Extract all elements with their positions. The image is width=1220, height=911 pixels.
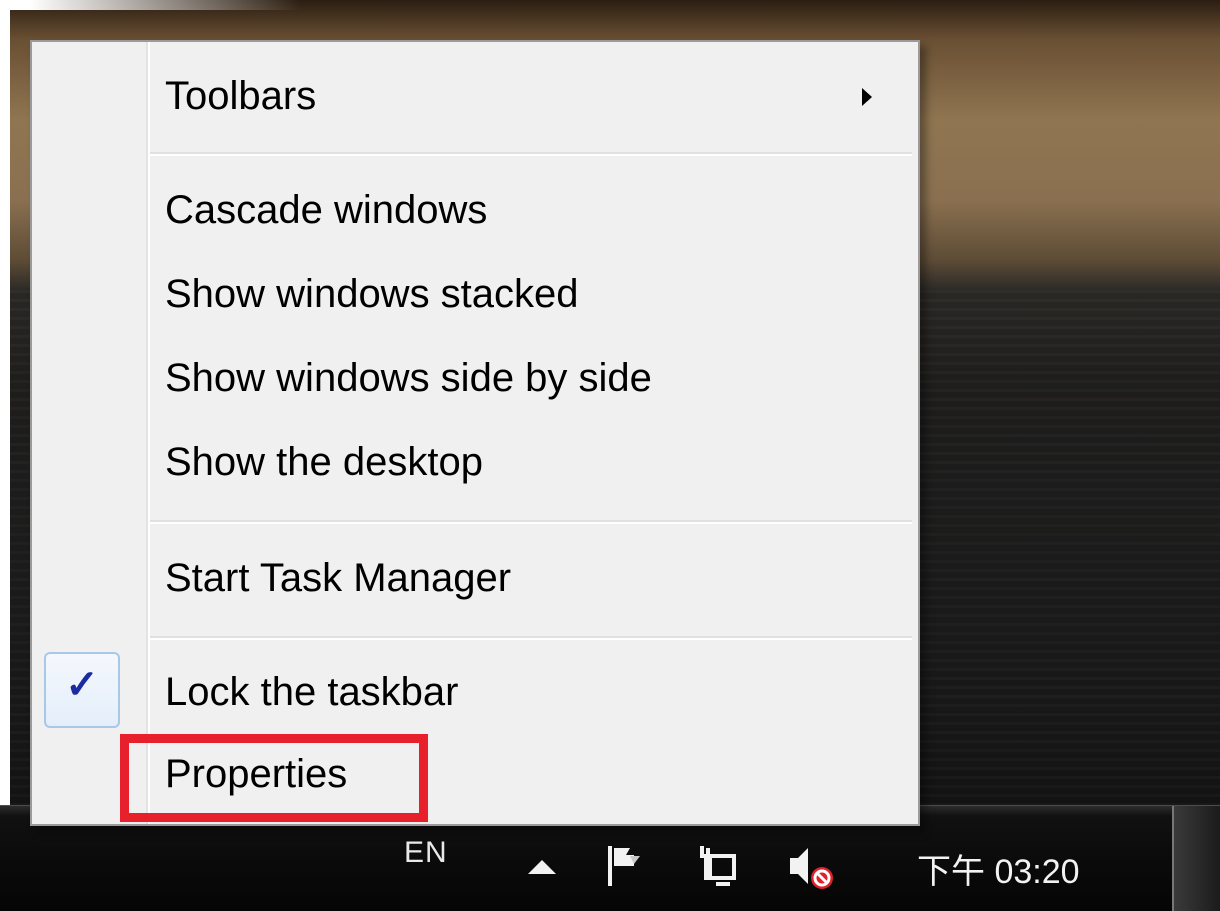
volume-muted-icon[interactable]: [786, 844, 833, 889]
properties-highlight-box: [120, 734, 428, 822]
menu-item-label: Show the desktop: [165, 440, 483, 484]
menu-item-show-windows-stacked[interactable]: Show windows stacked: [32, 256, 918, 336]
show-desktop-button[interactable]: [1172, 806, 1220, 911]
system-clock[interactable]: 下午 03:20: [917, 844, 1080, 893]
wallpaper-edge-top: [0, 0, 1220, 10]
menu-item-label: Lock the taskbar: [165, 670, 459, 714]
show-hidden-icons-arrow[interactable]: [522, 844, 562, 888]
menu-item-show-the-desktop[interactable]: Show the desktop: [32, 424, 918, 504]
menu-item-label: Show windows side by side: [165, 356, 652, 400]
menu-item-label: Show windows stacked: [165, 272, 579, 316]
menu-item-show-windows-side-by-side[interactable]: Show windows side by side: [32, 340, 918, 420]
menu-separator: [150, 152, 912, 156]
menu-item-label: Start Task Manager: [165, 556, 512, 600]
submenu-arrow-icon: [862, 88, 872, 106]
menu-item-toolbars[interactable]: Toolbars: [32, 56, 918, 136]
screen: EN 下午 03:20 Toolbars Cascade windows Sho…: [0, 0, 1220, 911]
menu-item-label: Cascade windows: [165, 188, 488, 232]
menu-item-lock-the-taskbar[interactable]: Lock the taskbar: [32, 652, 918, 732]
menu-item-start-task-manager[interactable]: Start Task Manager: [32, 538, 918, 618]
language-indicator[interactable]: EN: [404, 836, 448, 870]
menu-item-label: Toolbars: [165, 74, 317, 118]
menu-separator: [150, 636, 912, 640]
menu-item-cascade-windows[interactable]: Cascade windows: [32, 172, 918, 252]
wallpaper-edge-left: [0, 0, 10, 911]
action-center-flag-icon[interactable]: [604, 844, 644, 888]
taskbar-context-menu: Toolbars Cascade windows Show windows st…: [30, 40, 920, 826]
menu-separator: [150, 520, 912, 524]
network-icon[interactable]: [694, 844, 736, 888]
